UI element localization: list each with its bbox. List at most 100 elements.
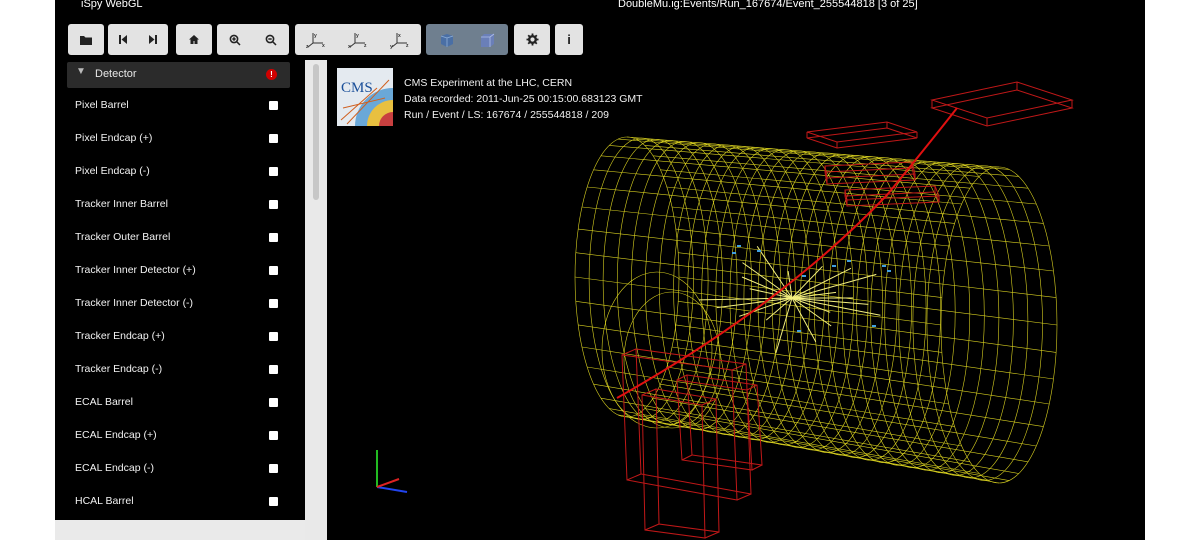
detector-3d-scene xyxy=(376,81,1074,539)
zoom-in-button[interactable] xyxy=(217,34,253,46)
first-event-button[interactable] xyxy=(108,34,138,45)
particle-track xyxy=(765,297,793,321)
detector-sidebar: ▼ Detector ! Pixel Barrel Pixel Endcap (+… xyxy=(55,60,305,520)
cms-logo: CMS xyxy=(337,68,393,126)
detector-item-checkbox[interactable] xyxy=(269,200,278,209)
detector-item-label: HCAL Barrel xyxy=(75,495,134,507)
info-button[interactable]: i xyxy=(555,24,583,55)
detector-item-checkbox[interactable] xyxy=(269,101,278,110)
wireframe-ring xyxy=(870,161,985,471)
detector-item[interactable]: Pixel Barrel xyxy=(55,90,305,122)
wireframe-ring xyxy=(631,141,738,428)
detector-item[interactable]: Tracker Endcap (-) xyxy=(55,354,305,386)
detector-item[interactable]: Pixel Endcap (-) xyxy=(55,156,305,188)
tracker-barrel-wireframe xyxy=(574,136,1058,484)
cube-perspective-icon xyxy=(439,32,455,48)
skip-back-icon xyxy=(118,34,128,45)
axes-yz-icon: yz x xyxy=(347,31,369,49)
detector-item-label: ECAL Endcap (-) xyxy=(75,462,154,474)
detector-item[interactable]: Tracker Outer Barrel xyxy=(55,222,305,254)
home-view-button[interactable] xyxy=(176,24,212,55)
detector-item-checkbox[interactable] xyxy=(269,134,278,143)
detector-item[interactable]: ECAL Endcap (+) xyxy=(55,420,305,452)
open-file-button[interactable] xyxy=(68,24,104,55)
wireframe-ring xyxy=(644,142,752,430)
event-info-text: CMS Experiment at the LHC, CERN Data rec… xyxy=(404,75,643,123)
zoom-out-button[interactable] xyxy=(253,34,289,46)
event-display-viewport[interactable]: CMS CMS Experiment at the LHC, CERN Data… xyxy=(327,60,1145,540)
wireframe-ring xyxy=(659,143,767,433)
view-yz-button[interactable]: yz x xyxy=(337,31,379,49)
title-bar: iSpy WebGL DoubleMu.ig:Events/Run_167674… xyxy=(55,0,1145,18)
detector-item-checkbox[interactable] xyxy=(269,167,278,176)
wireframe-ring xyxy=(701,147,811,441)
detector-item-checkbox[interactable] xyxy=(269,332,278,341)
detector-item-label: ECAL Endcap (+) xyxy=(75,429,157,441)
orthographic-button[interactable] xyxy=(467,32,508,48)
detector-item[interactable]: Pixel Endcap (+) xyxy=(55,123,305,155)
settings-button[interactable] xyxy=(514,24,550,55)
detector-item-checkbox[interactable] xyxy=(269,497,278,506)
wireframe-ring xyxy=(898,163,1014,476)
alert-icon: ! xyxy=(266,69,277,80)
detector-item-label: Tracker Inner Barrel xyxy=(75,198,168,210)
detector-item-checkbox[interactable] xyxy=(269,398,278,407)
muon-chamber-edge xyxy=(731,363,747,371)
particle-track xyxy=(791,273,877,299)
scrollbar-thumb[interactable] xyxy=(313,64,319,200)
muon-chamber-edge xyxy=(681,454,693,461)
muon-chamber-edge xyxy=(736,493,752,501)
detector-item[interactable]: ECAL Endcap (-) xyxy=(55,453,305,485)
detector-item-checkbox[interactable] xyxy=(269,464,278,473)
detector-item[interactable]: Tracker Inner Barrel xyxy=(55,189,305,221)
tracker-hit xyxy=(757,250,761,252)
tracker-hit xyxy=(847,260,851,262)
muon-chamber-edge xyxy=(751,464,763,471)
detector-item-checkbox[interactable] xyxy=(269,233,278,242)
wireframe-ring xyxy=(771,152,883,453)
detector-item-label: Pixel Barrel xyxy=(75,99,129,111)
zoom-out-icon xyxy=(265,34,277,46)
cube-ortho-icon xyxy=(480,32,496,48)
tracker-hit xyxy=(737,245,741,247)
ispy-app-window: iSpy WebGL DoubleMu.ig:Events/Run_167674… xyxy=(55,0,1145,540)
camera-mode-group xyxy=(426,24,508,55)
wireframe-ring xyxy=(588,137,694,420)
view-xz-button[interactable]: xz y xyxy=(379,31,421,49)
cms-logo-text: CMS xyxy=(341,80,373,96)
svg-text:y: y xyxy=(390,44,393,49)
detector-item-checkbox[interactable] xyxy=(269,299,278,308)
detector-section-header[interactable]: ▼ Detector ! xyxy=(67,62,290,88)
detector-item-checkbox[interactable] xyxy=(269,431,278,440)
home-icon xyxy=(188,34,200,45)
gear-icon xyxy=(526,33,539,46)
perspective-button[interactable] xyxy=(426,32,467,48)
wireframe-ring xyxy=(912,164,1029,479)
svg-text:z: z xyxy=(406,43,409,49)
detector-item[interactable]: Tracker Inner Detector (-) xyxy=(55,288,305,320)
tracker-hit xyxy=(882,265,886,267)
wireframe-ring xyxy=(602,139,709,423)
sidebar-scrollbar-track[interactable] xyxy=(305,60,327,540)
wireframe-ring xyxy=(673,144,782,435)
tracker-hit xyxy=(732,252,736,254)
detector-item[interactable]: ECAL Barrel xyxy=(55,387,305,419)
detector-item[interactable]: Tracker Inner Detector (+) xyxy=(55,255,305,287)
event-navigation-group xyxy=(108,24,168,55)
detector-item[interactable]: Tracker Endcap (+) xyxy=(55,321,305,353)
window-title: DoubleMu.ig:Events/Run_167674/Event_2555… xyxy=(618,0,918,10)
svg-text:x: x xyxy=(348,44,351,49)
svg-text:y: y xyxy=(356,33,359,39)
tracker-hit xyxy=(887,270,891,272)
toolbar: yxz yzx x z y i xyxy=(55,18,1145,60)
next-event-button[interactable] xyxy=(138,34,168,45)
tracker-hit xyxy=(872,325,876,327)
experiment-label: CMS Experiment at the LHC, CERN xyxy=(404,77,573,89)
detector-item-checkbox[interactable] xyxy=(269,365,278,374)
section-title: Detector xyxy=(95,68,137,80)
detector-item[interactable]: HCAL Barrel xyxy=(55,486,305,518)
wireframe-ring xyxy=(926,165,1043,481)
detector-item-checkbox[interactable] xyxy=(269,266,278,275)
folder-icon xyxy=(79,34,93,46)
view-yx-button[interactable]: yxz xyxy=(295,31,337,49)
